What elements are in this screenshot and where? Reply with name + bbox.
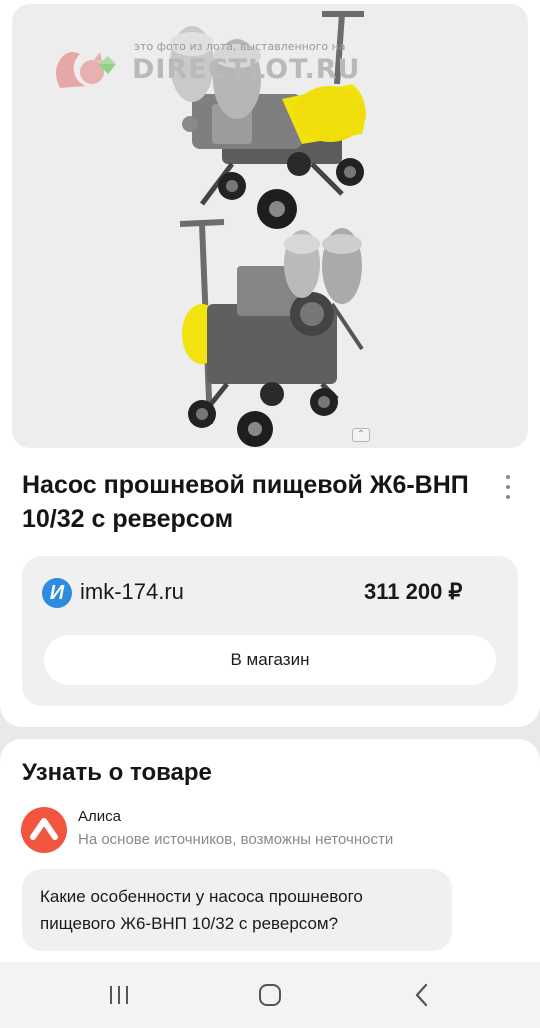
price: 311 200 ₽ [364,579,463,604]
assistant-name: Алиса [78,808,121,825]
system-nav-bar [0,962,540,1028]
more-options-icon[interactable] [496,474,520,500]
offer-card: И imk-174.ru 311 200 ₽ В магазин [22,556,518,706]
product-image[interactable]: это фото из лота, выставленного на DIREC… [12,4,528,448]
assistant-note: На основе источников, возможны неточност… [78,831,394,848]
home-icon[interactable] [250,980,290,1010]
suggested-question[interactable]: Какие особенности у насоса прошневого пи… [22,869,452,951]
lower-pump [179,219,364,447]
recents-icon[interactable] [99,980,139,1010]
shop-name[interactable]: imk-174.ru [80,579,184,605]
screen: это фото из лота, выставленного на DIREC… [0,0,540,1028]
about-section: Узнать о товаре Алиса На основе источник… [0,739,540,969]
squirrel-logo-icon [56,52,116,88]
watermark-caption: это фото из лота, выставленного на [134,40,346,53]
expand-icon[interactable]: ⌃ [352,428,370,442]
alice-icon [21,807,67,853]
product-card: это фото из лота, выставленного на DIREC… [0,0,540,727]
back-icon[interactable] [402,980,442,1010]
watermark-brand: DIRECTLOT.RU [132,54,361,85]
shop-logo-icon: И [42,578,72,608]
product-title: Насос прошневой пищевой Ж6-ВНП 10/32 с р… [22,471,469,533]
watermark: это фото из лота, выставленного на DIREC… [52,38,372,98]
section-title: Узнать о товаре [22,759,212,786]
go-to-store-button[interactable]: В магазин [44,635,496,685]
